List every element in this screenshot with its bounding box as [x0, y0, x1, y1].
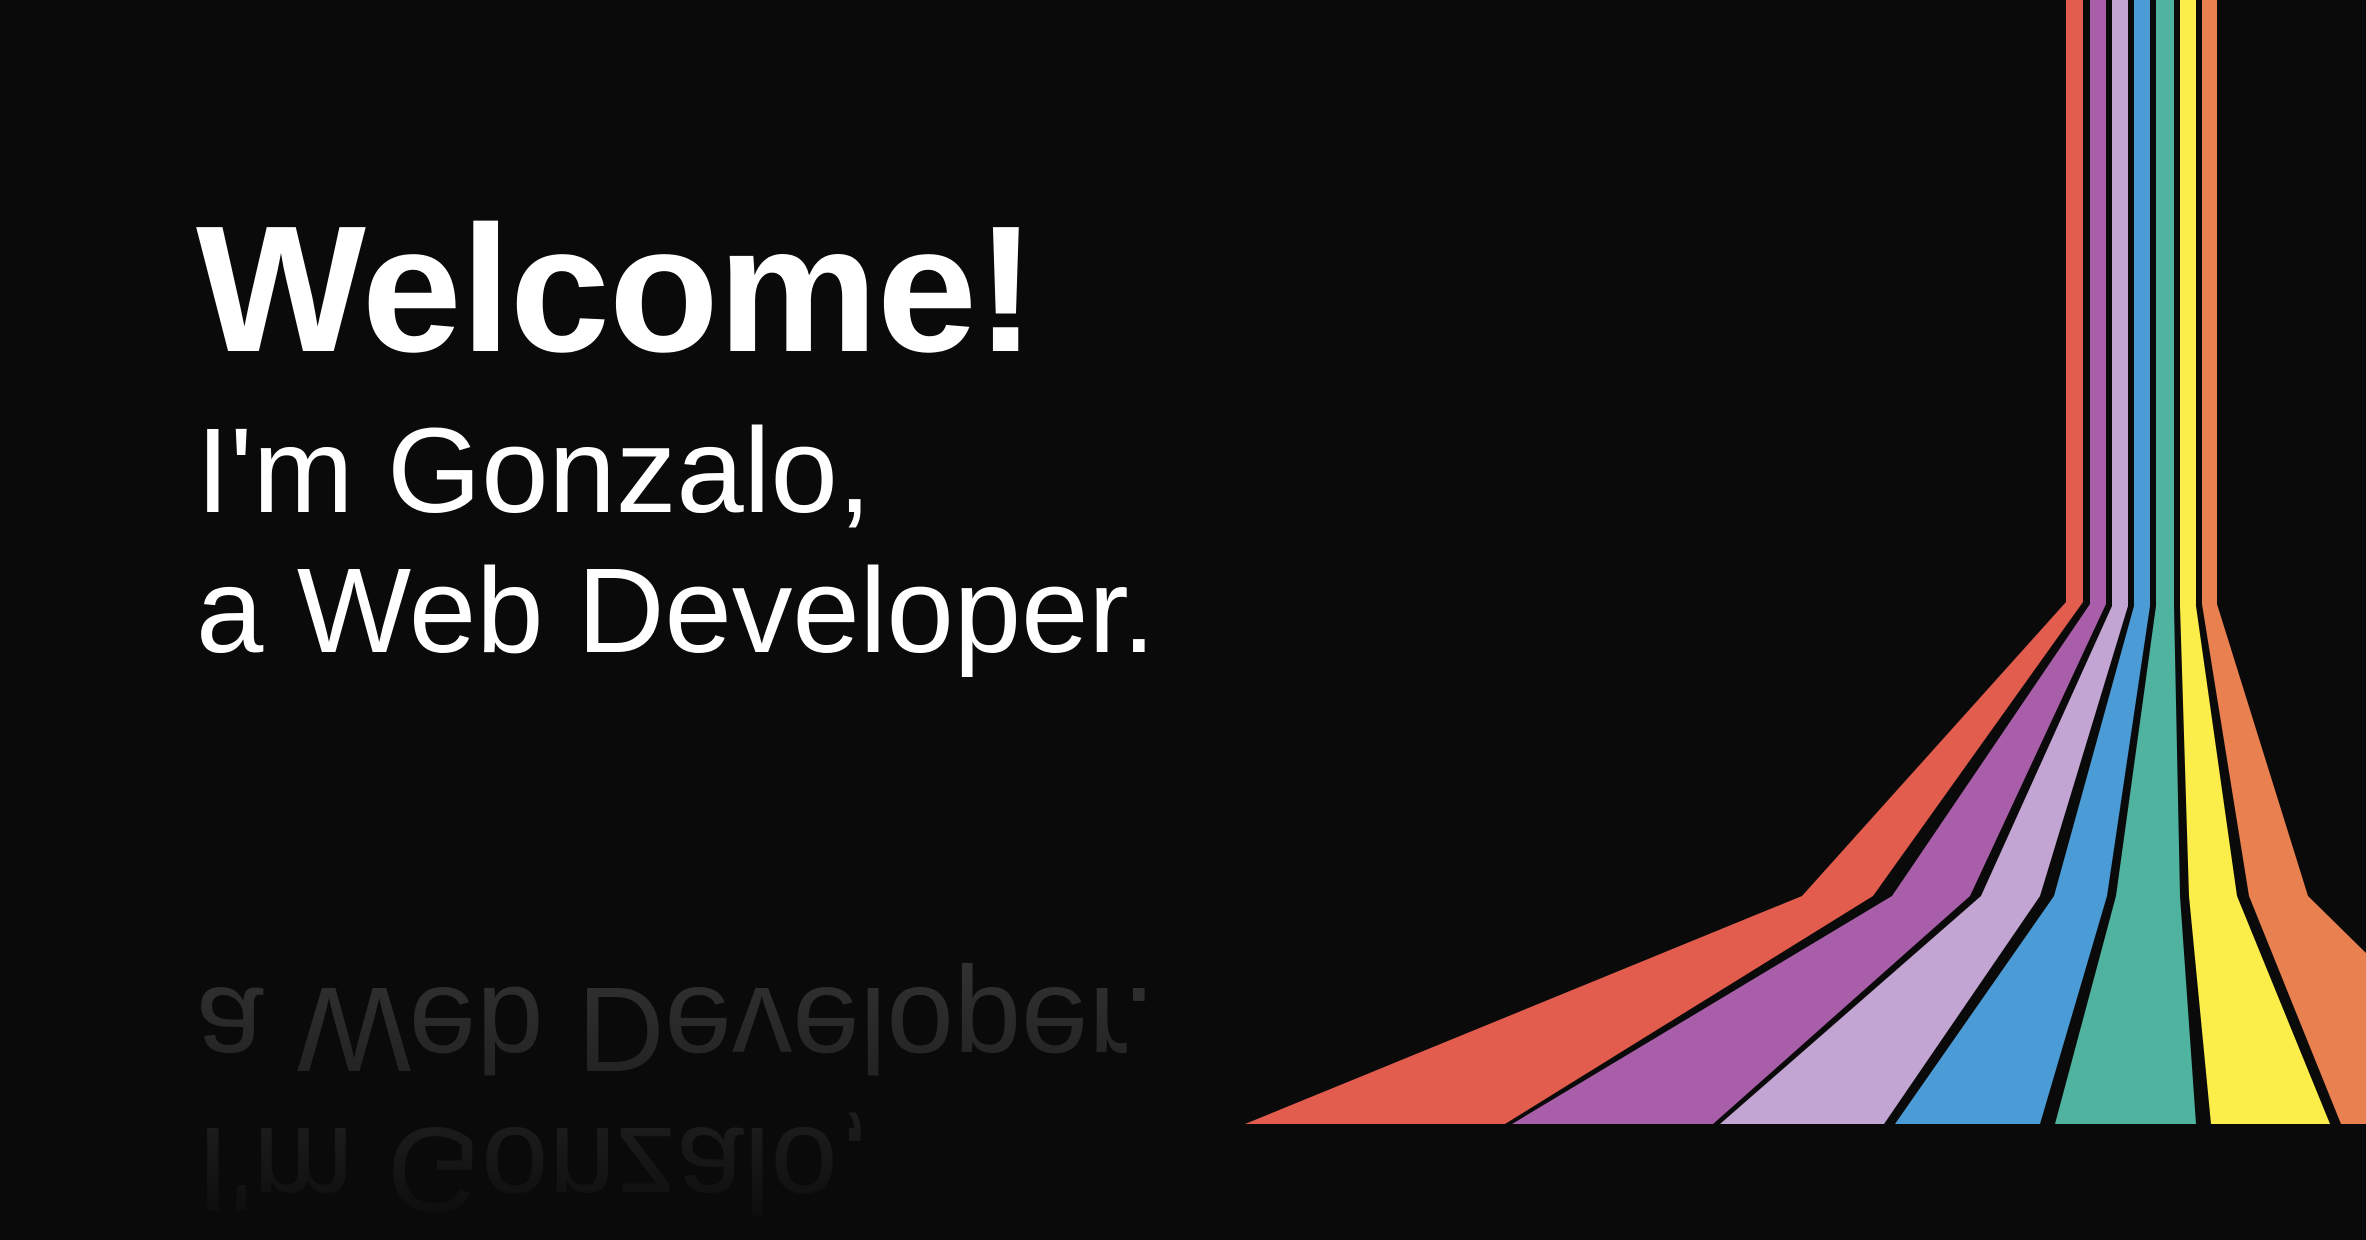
- rainbow-stripes-graphic: [1245, 0, 2366, 1124]
